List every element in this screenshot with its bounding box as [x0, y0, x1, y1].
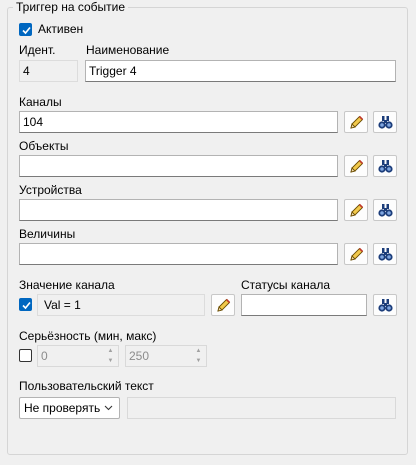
- devices-label: Устройства: [19, 183, 82, 197]
- channel-status-label: Статусы канала: [241, 278, 331, 292]
- channels-search-button[interactable]: [373, 111, 397, 133]
- severity-max-spinner[interactable]: ▲ ▼: [192, 346, 205, 366]
- objects-field[interactable]: [19, 155, 338, 177]
- severity-checkbox[interactable]: [19, 349, 32, 362]
- ident-label: Идент.: [19, 43, 56, 57]
- channel-status-field[interactable]: [241, 294, 367, 316]
- active-checkbox[interactable]: [19, 23, 32, 36]
- binoculars-icon: [378, 160, 393, 173]
- pencil-icon: [350, 115, 364, 129]
- active-label: Активен: [38, 22, 84, 36]
- group-title: Триггер на событие: [13, 0, 129, 14]
- channel-value-edit-button[interactable]: [211, 294, 235, 316]
- channel-value-label: Значение канала: [19, 278, 115, 292]
- severity-max-value: 250: [129, 349, 150, 363]
- severity-min-spinner[interactable]: ▲ ▼: [104, 346, 117, 366]
- objects-edit-button[interactable]: [344, 155, 368, 177]
- severity-min-value: 0: [41, 349, 48, 363]
- pencil-icon: [217, 298, 231, 312]
- channels-edit-button[interactable]: [344, 111, 368, 133]
- custom-text-label: Пользовательский текст: [19, 379, 154, 393]
- quantities-search-button[interactable]: [373, 243, 397, 265]
- pencil-icon: [350, 159, 364, 173]
- spin-down-icon: ▼: [107, 358, 114, 364]
- severity-max-field[interactable]: 250 ▲ ▼: [125, 345, 207, 367]
- binoculars-icon: [378, 116, 393, 129]
- custom-text-field[interactable]: [127, 397, 396, 419]
- devices-field[interactable]: [19, 199, 338, 221]
- channel-value-field: Val = 1: [37, 294, 205, 316]
- binoculars-icon: [378, 299, 393, 312]
- binoculars-icon: [378, 248, 393, 261]
- quantities-edit-button[interactable]: [344, 243, 368, 265]
- objects-search-button[interactable]: [373, 155, 397, 177]
- pencil-icon: [350, 247, 364, 261]
- spin-up-icon: ▲: [195, 348, 202, 354]
- channel-value-checkbox[interactable]: [19, 298, 32, 311]
- checkmark-icon: [22, 301, 31, 310]
- objects-label: Объекты: [19, 139, 69, 153]
- checkmark-icon: [22, 26, 31, 35]
- custom-text-mode-value: Не проверять: [24, 401, 101, 415]
- name-field[interactable]: Trigger 4: [85, 60, 396, 82]
- devices-edit-button[interactable]: [344, 199, 368, 221]
- quantities-label: Величины: [19, 227, 76, 241]
- chevron-down-icon: [104, 398, 113, 425]
- channel-value-text: Val = 1: [44, 298, 81, 312]
- quantities-field[interactable]: [19, 243, 338, 265]
- severity-label: Серьёзность (мин, макс): [19, 329, 157, 343]
- devices-search-button[interactable]: [373, 199, 397, 221]
- spin-down-icon: ▼: [195, 358, 202, 364]
- binoculars-icon: [378, 204, 393, 217]
- pencil-icon: [350, 203, 364, 217]
- channels-label: Каналы: [19, 95, 62, 109]
- custom-text-mode-select[interactable]: Не проверять: [19, 397, 120, 419]
- name-label: Наименование: [86, 43, 170, 57]
- ident-field: 4: [19, 60, 78, 82]
- spin-up-icon: ▲: [107, 348, 114, 354]
- channels-field[interactable]: 104: [19, 111, 338, 133]
- channel-status-search-button[interactable]: [373, 294, 397, 316]
- severity-min-field[interactable]: 0 ▲ ▼: [37, 345, 119, 367]
